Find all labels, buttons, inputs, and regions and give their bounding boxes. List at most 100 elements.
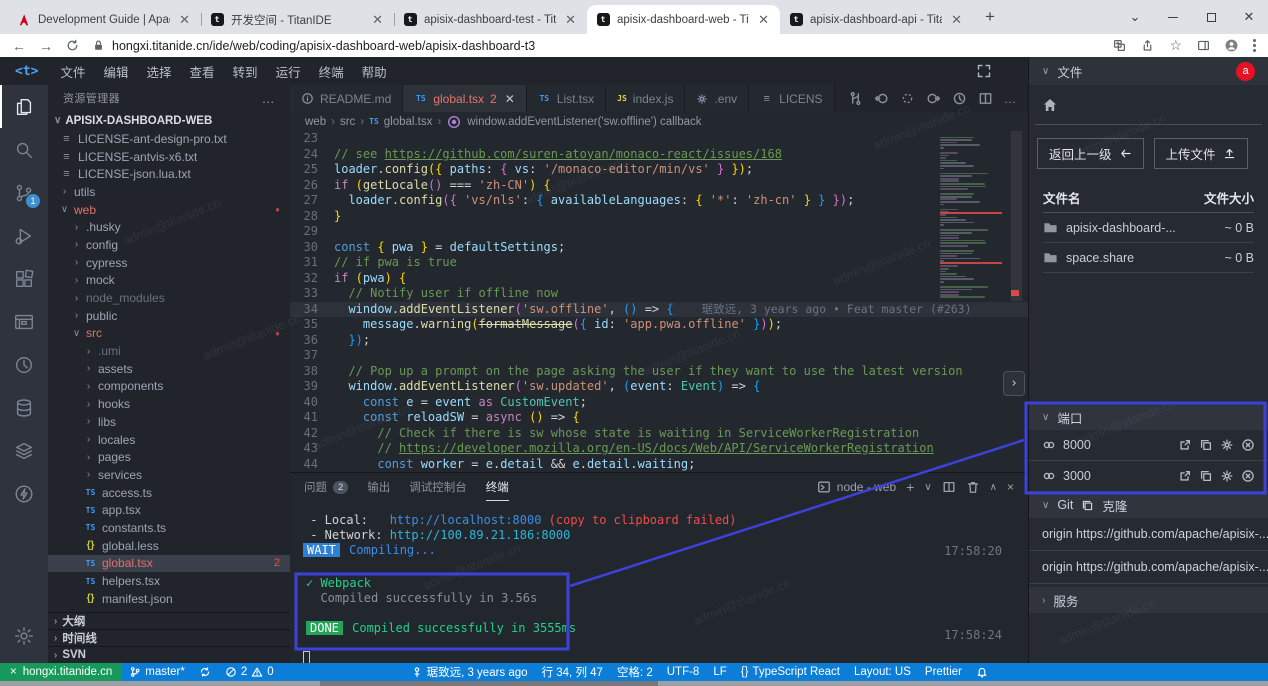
- tree-item-.umi[interactable]: ›.umi: [48, 342, 290, 360]
- tree-item-pages[interactable]: ›pages: [48, 448, 290, 466]
- editor-tab-README.md[interactable]: README.md: [290, 85, 403, 112]
- maximize-button[interactable]: [1192, 0, 1230, 34]
- problems-indicator[interactable]: 2 0: [218, 663, 281, 681]
- new-tab-button[interactable]: +: [977, 4, 1003, 30]
- navigate-back-icon[interactable]: [874, 91, 889, 106]
- panel-expand-button[interactable]: ›: [1003, 371, 1025, 396]
- tree-item-.husky[interactable]: ›.husky: [48, 218, 290, 236]
- tree-item-helpers.tsx[interactable]: TShelpers.tsx: [48, 572, 290, 590]
- close-port-icon[interactable]: [1241, 469, 1255, 483]
- tree-item-locales[interactable]: ›locales: [48, 431, 290, 449]
- tree-item-cypress[interactable]: ›cypress: [48, 254, 290, 272]
- services-section-header[interactable]: › 服务: [1029, 587, 1268, 613]
- go-up-button[interactable]: 返回上一级: [1037, 138, 1144, 169]
- bookmark-star-icon[interactable]: ☆: [1169, 37, 1182, 54]
- sync-indicator[interactable]: [192, 663, 218, 681]
- editor-tab-.env[interactable]: .env: [685, 85, 749, 112]
- menu-item-运行[interactable]: 运行: [267, 62, 310, 81]
- navigate-forward-icon[interactable]: [926, 91, 941, 106]
- upload-button[interactable]: 上传文件: [1154, 138, 1248, 169]
- close-tab-icon[interactable]: ✕: [756, 12, 771, 28]
- tree-item-manifest.json[interactable]: {}manifest.json: [48, 590, 290, 608]
- close-tab-icon[interactable]: ✕: [949, 12, 964, 28]
- editor-tab-global.tsx[interactable]: TSglobal.tsx2✕: [403, 85, 526, 112]
- share-icon[interactable]: [1141, 39, 1154, 52]
- git-remote-row[interactable]: origin https://github.com/apache/apisix-…: [1029, 551, 1268, 584]
- git-section-header[interactable]: ∨ Git 克隆: [1029, 492, 1268, 518]
- panel-tab-终端[interactable]: 终端: [486, 473, 509, 501]
- indent-indicator[interactable]: 空格: 2: [610, 663, 660, 681]
- translate-icon[interactable]: [1113, 39, 1126, 52]
- clone-label[interactable]: 克隆: [1102, 496, 1127, 515]
- editor-tab-LICENS[interactable]: ≡LICENS: [749, 85, 834, 112]
- close-tab-icon[interactable]: ✕: [177, 12, 192, 28]
- tree-item-global.tsx[interactable]: TSglobal.tsx2: [48, 555, 290, 573]
- page-scrollbar[interactable]: [0, 681, 1268, 686]
- editor-tab-List.tsx[interactable]: TSList.tsx: [527, 85, 606, 112]
- forward-icon[interactable]: →: [39, 38, 53, 54]
- tree-item-config[interactable]: ›config: [48, 236, 290, 254]
- tree-item-utils[interactable]: ›utils: [48, 183, 290, 201]
- scrollbar-thumb[interactable]: [320, 681, 658, 686]
- open-port-icon[interactable]: [1178, 469, 1192, 483]
- minimap[interactable]: [940, 134, 1002, 299]
- file-row-space.share[interactable]: space.share~ 0 B: [1043, 243, 1254, 273]
- activitybar-explorer[interactable]: [0, 85, 48, 128]
- close-tab-icon[interactable]: ✕: [563, 12, 578, 28]
- tree-item-web[interactable]: ∨web●: [48, 201, 290, 219]
- tree-item-assets[interactable]: ›assets: [48, 360, 290, 378]
- activitybar-run-debug[interactable]: [0, 214, 48, 257]
- menu-item-编辑[interactable]: 编辑: [95, 62, 138, 81]
- close-tab-icon[interactable]: ✕: [505, 92, 515, 106]
- git-remote-row[interactable]: origin https://github.com/apache/apisix-…: [1029, 518, 1268, 551]
- remote-indicator[interactable]: × hongxi.titanide.cn: [0, 663, 122, 681]
- tree-item-mock[interactable]: ›mock: [48, 272, 290, 290]
- more-actions-icon[interactable]: …: [262, 91, 275, 106]
- back-icon[interactable]: ←: [12, 38, 26, 54]
- minimize-button[interactable]: [1154, 0, 1192, 34]
- copy-port-icon[interactable]: [1199, 438, 1213, 452]
- tree-item-access.ts[interactable]: TSaccess.ts: [48, 484, 290, 502]
- breadcrumb-item[interactable]: global.tsx: [384, 116, 433, 128]
- compare-changes-icon[interactable]: [848, 91, 863, 106]
- tree-item-LICENSE-antvis-x6.txt[interactable]: ≡LICENSE-antvis-x6.txt: [48, 148, 290, 166]
- browser-menu-icon[interactable]: [1253, 39, 1256, 52]
- fullscreen-icon[interactable]: [976, 63, 992, 79]
- tree-item-constants.ts[interactable]: TSconstants.ts: [48, 519, 290, 537]
- port-settings-icon[interactable]: [1220, 438, 1234, 452]
- activitybar-extensions[interactable]: [0, 257, 48, 300]
- port-number[interactable]: 3000: [1063, 469, 1171, 483]
- browser-tab[interactable]: tapisix-dashboard-web - TitanI✕: [587, 5, 780, 34]
- sidebar-section-时间线[interactable]: ›时间线: [48, 629, 290, 646]
- tree-item-node_modules[interactable]: ›node_modules: [48, 289, 290, 307]
- language-indicator[interactable]: {}TypeScript React: [734, 663, 847, 681]
- panel-tab-调试控制台[interactable]: 调试控制台: [409, 473, 467, 501]
- browser-tab[interactable]: tapisix-dashboard-test - TitanID✕: [394, 5, 587, 34]
- activitybar-search[interactable]: [0, 128, 48, 171]
- tree-item-components[interactable]: ›components: [48, 378, 290, 396]
- menu-item-查看[interactable]: 查看: [181, 62, 224, 81]
- panel-tab-问题[interactable]: 问题2: [304, 473, 348, 501]
- activitybar-settings[interactable]: [0, 614, 48, 657]
- reload-icon[interactable]: [66, 39, 79, 52]
- menu-item-帮助[interactable]: 帮助: [353, 62, 396, 81]
- copy-port-icon[interactable]: [1199, 469, 1213, 483]
- shell-dropdown-icon[interactable]: ∨: [924, 482, 931, 493]
- breadcrumb-item[interactable]: window.addEventListener('sw.offline') ca…: [467, 116, 701, 128]
- maximize-panel-icon[interactable]: ∧: [990, 482, 997, 493]
- code-editor[interactable]: 2324// see https://github.com/suren-atoy…: [290, 131, 1028, 472]
- formatter-indicator[interactable]: Prettier: [918, 663, 969, 681]
- tree-item-app.tsx[interactable]: TSapp.tsx: [48, 501, 290, 519]
- menu-item-文件[interactable]: 文件: [51, 62, 94, 81]
- timeline-icon[interactable]: [952, 91, 967, 106]
- tree-item-public[interactable]: ›public: [48, 307, 290, 325]
- split-terminal-icon[interactable]: [942, 480, 956, 494]
- menu-item-终端[interactable]: 终端: [310, 62, 353, 81]
- panel-tab-输出[interactable]: 输出: [367, 473, 390, 501]
- menu-item-选择[interactable]: 选择: [138, 62, 181, 81]
- tree-item-global.less[interactable]: {}global.less: [48, 537, 290, 555]
- profile-avatar[interactable]: [1225, 39, 1238, 52]
- tree-item-LICENSE-ant-design-pro.txt[interactable]: ≡LICENSE-ant-design-pro.txt: [48, 130, 290, 148]
- open-port-icon[interactable]: [1178, 438, 1192, 452]
- tree-item-src[interactable]: ∨src●: [48, 325, 290, 343]
